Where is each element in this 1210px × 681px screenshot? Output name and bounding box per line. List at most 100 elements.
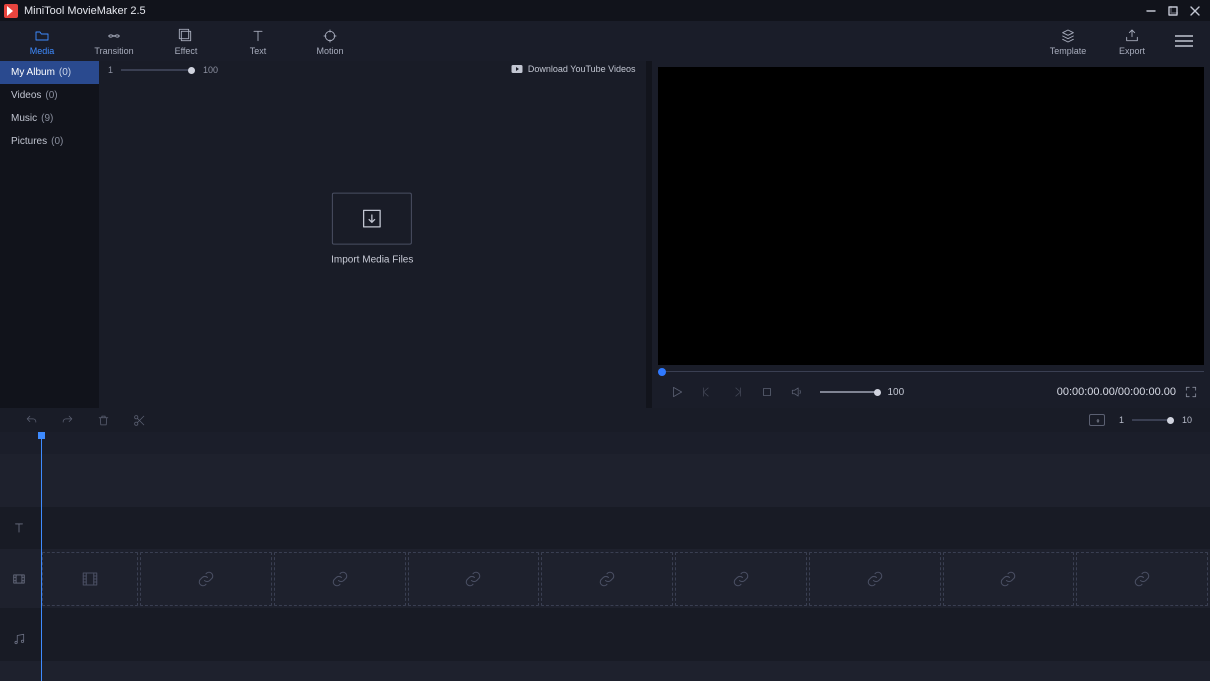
video-clip-slot[interactable] [42,552,138,606]
tab-label: Motion [316,46,343,56]
tab-transition[interactable]: Transition [78,26,150,56]
youtube-icon [511,64,523,74]
split-button[interactable] [126,414,152,427]
tab-media[interactable]: Media [6,26,78,56]
film-icon [81,570,99,588]
preview-panel: 100 00:00:00.00/00:00:00.00 [652,61,1210,408]
transition-slot[interactable] [809,552,941,606]
minimize-button[interactable] [1140,1,1162,21]
transition-icon [106,28,122,44]
app-logo [4,4,18,18]
thumb-size-slider[interactable] [121,68,195,72]
import-icon [361,207,383,229]
download-youtube-label: Download YouTube Videos [528,64,636,74]
scissors-icon [133,414,146,427]
sidebar-item-count: (0) [45,90,57,101]
download-youtube-link[interactable]: Download YouTube Videos [511,64,636,74]
sidebar-item-music[interactable]: Music (9) [0,107,99,130]
titlebar: MiniTool MovieMaker 2.5 [0,0,1210,21]
sidebar-item-count: (9) [41,113,53,124]
fit-timeline-button[interactable] [1089,414,1105,426]
tab-motion[interactable]: Motion [294,26,366,56]
import-media-label: Import Media Files [331,254,413,265]
link-icon [598,570,616,588]
fullscreen-button[interactable] [1184,385,1198,399]
next-frame-button[interactable] [724,379,750,405]
music-track-icon [12,632,26,646]
zoom-max: 10 [1182,415,1192,425]
transition-slot[interactable] [675,552,807,606]
sidebar-item-pictures[interactable]: Pictures (0) [0,130,99,153]
sidebar-item-label: Music [11,113,37,124]
sidebar-item-label: Pictures [11,136,47,147]
video-track[interactable] [0,549,1210,608]
trash-icon [97,414,110,427]
volume-value: 100 [888,387,905,398]
media-sidebar: My Album (0) Videos (0) Music (9) Pictur… [0,61,99,408]
tab-text[interactable]: Text [222,26,294,56]
tab-label: Effect [175,46,198,56]
motion-icon [322,28,338,44]
delete-button[interactable] [90,414,116,427]
volume-slider[interactable] [820,390,878,394]
prev-frame-icon [700,385,714,399]
link-icon [866,570,884,588]
text-track[interactable] [0,507,1210,549]
tab-effect[interactable]: Effect [150,26,222,56]
main-toolbar: Media Transition Effect Text Motion Temp… [0,21,1210,61]
template-icon [1060,28,1076,44]
playhead[interactable] [41,432,42,681]
thumb-size-min: 1 [108,65,113,75]
redo-icon [61,414,74,427]
transition-slot[interactable] [541,552,673,606]
preview-timecode: 00:00:00.00/00:00:00.00 [1057,386,1176,398]
sidebar-item-count: (0) [51,136,63,147]
preview-progress[interactable] [658,368,1205,376]
tab-label: Media [30,46,55,56]
sidebar-item-videos[interactable]: Videos (0) [0,84,99,107]
timeline-area: 1 10 [0,408,1210,681]
app-title: MiniTool MovieMaker 2.5 [24,5,146,17]
export-button[interactable]: Export [1100,26,1164,56]
mute-button[interactable] [784,379,810,405]
preview-screen [658,67,1205,365]
video-track-icon [12,572,26,586]
transition-slot[interactable] [140,552,272,606]
sidebar-item-myalbum[interactable]: My Album (0) [0,61,99,84]
transition-slot[interactable] [408,552,540,606]
stop-button[interactable] [754,379,780,405]
redo-button[interactable] [54,414,80,427]
link-icon [732,570,750,588]
link-icon [464,570,482,588]
zoom-slider[interactable] [1132,418,1174,422]
transition-slot[interactable] [943,552,1075,606]
export-icon [1124,28,1140,44]
timeline-ruler[interactable] [0,432,1210,454]
transition-slot[interactable] [274,552,406,606]
next-frame-icon [730,385,744,399]
template-button[interactable]: Template [1036,26,1100,56]
timeline-toolbar: 1 10 [0,408,1210,432]
maximize-button[interactable] [1162,1,1184,21]
play-icon [670,385,684,399]
undo-icon [25,414,38,427]
link-icon [197,570,215,588]
play-button[interactable] [664,379,690,405]
effect-icon [178,28,194,44]
prev-frame-button[interactable] [694,379,720,405]
zoom-min: 1 [1119,415,1124,425]
audio-track[interactable] [0,616,1210,661]
import-media-button[interactable]: Import Media Files [331,192,413,265]
transition-slot[interactable] [1076,552,1208,606]
speaker-icon [790,385,804,399]
hamburger-icon [1175,34,1193,48]
text-icon [250,28,266,44]
link-icon [331,570,349,588]
undo-button[interactable] [18,414,44,427]
close-button[interactable] [1184,1,1206,21]
tab-label: Text [250,46,267,56]
sidebar-item-count: (0) [59,67,71,78]
menu-button[interactable] [1164,34,1204,48]
text-track-icon [12,521,26,535]
folder-icon [34,28,50,44]
